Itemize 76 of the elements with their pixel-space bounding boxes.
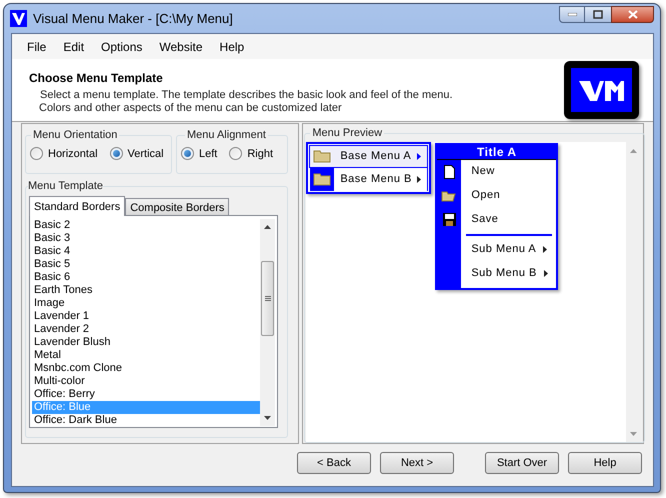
arrow-icon bbox=[543, 246, 548, 253]
group-label: Menu Alignment bbox=[186, 128, 267, 143]
wizard-button[interactable]: Help bbox=[568, 452, 642, 474]
header-title: Choose Menu Template bbox=[29, 70, 163, 87]
vm-logo-icon bbox=[571, 68, 632, 112]
radio-label: Horizontal bbox=[48, 146, 98, 162]
list-item[interactable]: Basic 6 bbox=[32, 270, 260, 284]
radio-label: Vertical bbox=[128, 146, 164, 162]
list-item[interactable]: Lavender 2 bbox=[32, 322, 260, 336]
list-item[interactable]: Msnbc.com Clone bbox=[32, 362, 260, 374]
vertical-scrollbar[interactable] bbox=[260, 218, 275, 426]
list-item[interactable]: Basic 2 bbox=[32, 218, 260, 232]
scroll-down-icon bbox=[264, 416, 271, 420]
radio-label: Left bbox=[199, 146, 218, 162]
minimize-button[interactable] bbox=[559, 6, 585, 23]
list-item[interactable]: Office: Berry bbox=[32, 388, 260, 400]
close-icon bbox=[628, 10, 638, 19]
list-item[interactable]: Basic 5 bbox=[32, 258, 260, 270]
menu-item[interactable]: Edit bbox=[56, 38, 92, 56]
close-button[interactable] bbox=[611, 6, 654, 23]
preview-scrollbar[interactable] bbox=[626, 142, 642, 442]
arrow-icon bbox=[417, 176, 422, 182]
wizard-button[interactable]: < Back bbox=[297, 452, 371, 474]
scroll-down-icon bbox=[630, 432, 638, 436]
radio-label: Right bbox=[247, 146, 274, 162]
window-title: Visual Menu Maker - [C:\My Menu] bbox=[33, 10, 233, 28]
maximize-button[interactable] bbox=[585, 6, 611, 23]
menu-item[interactable]: Options bbox=[94, 38, 150, 56]
radio-button[interactable] bbox=[181, 147, 194, 160]
arrow-icon bbox=[544, 270, 548, 277]
list-item[interactable]: Metal bbox=[32, 348, 260, 362]
menu-item[interactable]: Website bbox=[152, 38, 210, 56]
folder-icon bbox=[313, 172, 332, 186]
tab[interactable]: Standard Borders bbox=[29, 196, 126, 216]
base-menu-label: Base Menu A bbox=[340, 148, 412, 164]
radio-button[interactable] bbox=[229, 147, 242, 160]
header-description: Select a menu template. The template describes the basic look and feel of the menu. bbox=[40, 88, 453, 103]
list-item[interactable]: Office: Dark Blue bbox=[32, 414, 260, 426]
menu-item[interactable]: File bbox=[20, 38, 54, 56]
folder-icon bbox=[441, 189, 458, 202]
submenu-item[interactable]: Sub Menu A bbox=[437, 238, 556, 262]
scroll-up-icon bbox=[264, 224, 271, 228]
group-label: Menu Orientation bbox=[32, 128, 118, 143]
group-label: Menu Template bbox=[28, 179, 104, 194]
radio-button[interactable] bbox=[30, 147, 43, 160]
tab[interactable]: Composite Borders bbox=[125, 198, 230, 214]
maximize-icon bbox=[593, 10, 603, 19]
menu-item[interactable]: Help bbox=[212, 38, 252, 56]
header-description: Colors and other aspects of the menu can be customized later bbox=[39, 101, 342, 116]
submenu-item[interactable]: Save bbox=[437, 208, 556, 232]
submenu-item[interactable]: Open bbox=[437, 184, 556, 208]
app-logo-icon bbox=[10, 10, 27, 27]
minimize-icon bbox=[568, 13, 576, 16]
submenu-item[interactable]: Sub Menu B bbox=[437, 262, 556, 286]
list-item[interactable]: Lavender 1 bbox=[32, 310, 260, 322]
scroll-up-icon bbox=[630, 148, 638, 152]
list-item[interactable]: Earth Tones bbox=[32, 284, 260, 296]
list-item[interactable]: Image bbox=[32, 296, 260, 310]
submenu-title: Title A bbox=[437, 144, 556, 160]
group-label: Menu Preview bbox=[311, 126, 384, 141]
list-item[interactable]: Basic 4 bbox=[32, 244, 260, 258]
page-icon bbox=[444, 164, 455, 178]
list-item[interactable]: Multi-color bbox=[32, 374, 260, 388]
folder-icon bbox=[313, 149, 332, 163]
wizard-button[interactable]: Start Over bbox=[485, 452, 559, 474]
arrow-icon bbox=[417, 152, 422, 160]
list-item[interactable]: Lavender Blush bbox=[32, 336, 260, 348]
base-menu-label: Base Menu B bbox=[340, 172, 412, 187]
base-menu-item[interactable]: Base Menu B bbox=[309, 168, 428, 190]
wizard-button[interactable]: Next > bbox=[380, 452, 454, 474]
radio-button[interactable] bbox=[110, 147, 123, 160]
base-menu-item[interactable]: Base Menu A bbox=[309, 144, 428, 168]
submenu-item[interactable]: New bbox=[437, 160, 556, 184]
scroll-thumb[interactable] bbox=[261, 260, 274, 336]
list-item[interactable]: Basic 3 bbox=[32, 232, 260, 244]
grip-icon bbox=[264, 296, 270, 300]
